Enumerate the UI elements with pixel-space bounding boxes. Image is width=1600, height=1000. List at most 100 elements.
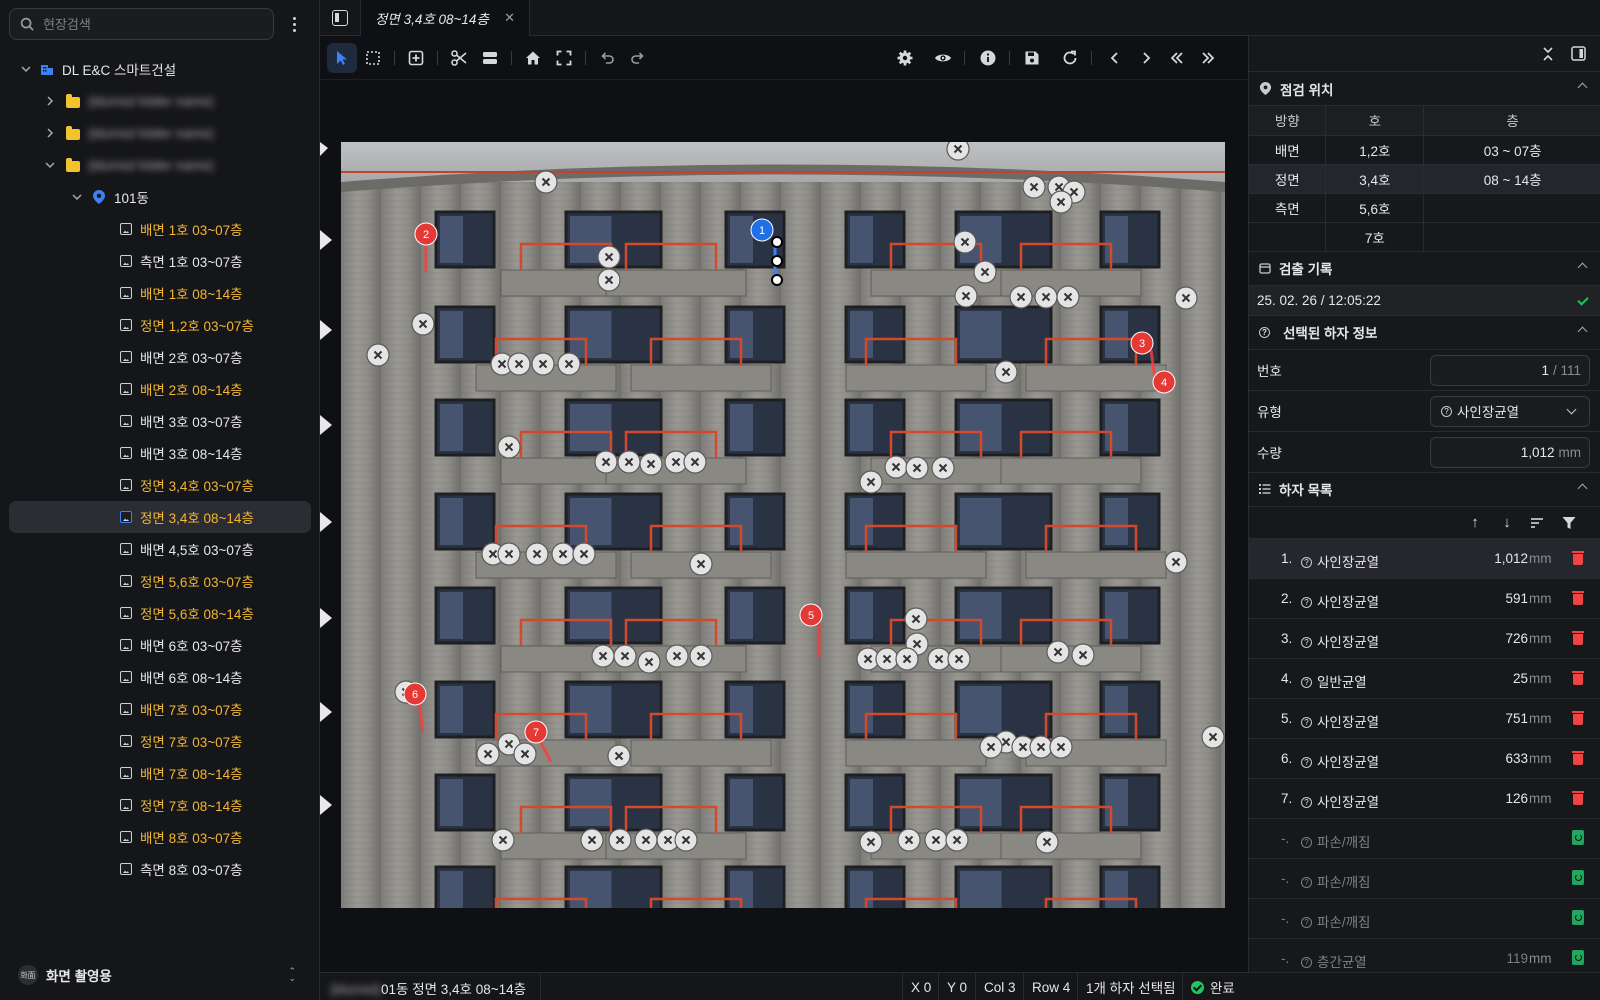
split-button[interactable] [475, 43, 505, 73]
defect-list-item[interactable]: 4.? 일반균열 25 mm [1249, 659, 1600, 699]
section-records-header[interactable]: 검출 기록 [1249, 252, 1600, 286]
defect-list-item[interactable]: 2.? 사인장균열 591 mm [1249, 579, 1600, 619]
location-row[interactable]: 7호 [1249, 222, 1600, 252]
facade-photo[interactable]: 1 2 3 4 5 6 7 [341, 142, 1225, 908]
chevron-up-icon[interactable] [1577, 483, 1588, 493]
defect-number-field[interactable]: 1 / 111 [1430, 354, 1590, 386]
restore-icon[interactable] [1572, 829, 1584, 845]
trash-icon[interactable] [1572, 550, 1584, 566]
tree-file-item[interactable]: 배면 3호 03~07층 [0, 405, 320, 437]
settings-button[interactable] [890, 43, 920, 73]
tree-file-item[interactable]: 배면 3호 08~14층 [0, 437, 320, 469]
user-footer[interactable]: 화面 화면 촬영용 ⌃ ⌄ [0, 950, 320, 1000]
tree-file-item[interactable]: 배면 1호 03~07층 [0, 213, 320, 245]
undo-button[interactable] [592, 43, 622, 73]
tree-file-item[interactable]: 배면 7호 08~14층 [0, 757, 320, 789]
chevron-updown-icon[interactable]: ⌃ ⌄ [288, 967, 296, 983]
window-pane [570, 592, 612, 639]
defect-list-item[interactable]: 5.? 사인장균열 751 mm [1249, 699, 1600, 739]
trash-icon[interactable] [1572, 670, 1584, 686]
defect-list-item[interactable]: 7.? 사인장균열 126 mm [1249, 779, 1600, 819]
image-viewport[interactable]: 1 2 3 4 5 6 7 [320, 80, 1248, 972]
prev-button[interactable] [1100, 43, 1130, 73]
tree-file-item[interactable]: 정면 7호 08~14층 [0, 789, 320, 821]
fit-screen-button[interactable] [549, 43, 579, 73]
last-button[interactable] [1193, 43, 1223, 73]
defect-list-item[interactable]: -.? 파손/깨짐 [1249, 859, 1600, 899]
close-icon[interactable]: ✕ [504, 10, 515, 26]
sort-icon[interactable] [1529, 515, 1545, 531]
trash-icon[interactable] [1572, 790, 1584, 806]
site-search-box[interactable] [9, 8, 274, 40]
defect-list-item[interactable]: 1.? 사인장균열 1,012 mm [1249, 538, 1600, 579]
tab-document[interactable]: 정면 3,4호 08~14층 ✕ [360, 0, 530, 36]
trash-icon[interactable] [1572, 710, 1584, 726]
next-button[interactable] [1131, 43, 1161, 73]
section-defect-list-header[interactable]: 하자 목록 [1249, 473, 1600, 507]
chevron-up-icon[interactable] [1577, 82, 1588, 93]
section-selected-defect-header[interactable]: ? 선택된 하자 정보 [1249, 316, 1600, 350]
chevron-up-icon[interactable] [1577, 326, 1588, 336]
defect-qty-field[interactable]: 1,012 mm [1430, 436, 1590, 468]
trash-icon[interactable] [1572, 630, 1584, 646]
tree-file-item[interactable]: 배면 4,5호 03~07층 [0, 533, 320, 565]
home-button[interactable] [518, 43, 548, 73]
info-button[interactable] [973, 43, 1003, 73]
sidebar-toggle-icon[interactable] [332, 10, 348, 26]
tree-file-item[interactable]: 배면 7호 03~07층 [0, 693, 320, 725]
collapse-all-icon[interactable] [1541, 46, 1555, 62]
restore-icon[interactable] [1572, 949, 1584, 965]
site-search-input[interactable] [43, 16, 263, 32]
add-box-button[interactable] [401, 43, 431, 73]
tree-building-item[interactable]: 101동 [0, 181, 320, 213]
tree-folder-item[interactable]: (blurred folder name) [0, 149, 320, 181]
record-entry[interactable]: 25. 02. 26 / 12:05:22 [1249, 285, 1600, 316]
defect-list-item[interactable]: -.? 파손/깨짐 [1249, 899, 1600, 939]
section-location-header[interactable]: 점검 위치 [1249, 72, 1600, 106]
tree-file-item[interactable]: 배면 2호 03~07층 [0, 341, 320, 373]
redo-button[interactable] [623, 43, 653, 73]
defect-type-select[interactable]: ? 사인장균열 [1430, 395, 1590, 427]
tree-file-item[interactable]: 정면 1,2호 03~07층 [0, 309, 320, 341]
save-button[interactable] [1017, 43, 1047, 73]
location-row[interactable]: 측면 5,6호 [1249, 193, 1600, 223]
restore-icon[interactable] [1572, 909, 1584, 925]
arrow-down-icon[interactable]: ↓ [1499, 514, 1515, 531]
location-row[interactable]: 정면 3,4호 08 ~ 14층 [1249, 164, 1600, 194]
tree-file-item[interactable]: 배면 2호 08~14층 [0, 373, 320, 405]
marquee-tool-button[interactable] [358, 43, 388, 73]
pointer-tool-button[interactable] [327, 43, 357, 73]
first-button[interactable] [1162, 43, 1192, 73]
tree-file-item[interactable]: 정면 5,6호 08~14층 [0, 597, 320, 629]
tree-file-item[interactable]: 배면 1호 08~14층 [0, 277, 320, 309]
tree-root-item[interactable]: DL E&C 스마트건설 [0, 53, 320, 85]
more-options-icon[interactable] [286, 12, 302, 36]
chevron-up-icon[interactable] [1577, 262, 1588, 272]
tree-file-item[interactable]: 정면 7호 03~07층 [0, 725, 320, 757]
defect-list-item[interactable]: 3.? 사인장균열 726 mm [1249, 619, 1600, 659]
tree-file-item[interactable]: 정면 5,6호 03~07층 [0, 565, 320, 597]
defect-list-item[interactable]: 6.? 사인장균열 633 mm [1249, 739, 1600, 779]
tree-file-item[interactable]: 측면 1호 03~07층 [0, 245, 320, 277]
panel-right-icon[interactable] [1571, 46, 1586, 61]
location-row[interactable]: 배면 1,2호 03 ~ 07층 [1249, 135, 1600, 165]
defect-list-item[interactable]: -.? 파손/깨짐 [1249, 819, 1600, 859]
refresh-button[interactable] [1055, 43, 1085, 73]
tree-file-item[interactable]: 배면 6호 08~14층 [0, 661, 320, 693]
chevron-down-icon [1566, 404, 1577, 414]
tree-file-item[interactable]: 배면 6호 03~07층 [0, 629, 320, 661]
defect-list-item[interactable]: -.? 층간균열 119 mm [1249, 939, 1600, 973]
tree-file-item[interactable]: 측면 8호 03~07층 [0, 853, 320, 885]
tree-file-item[interactable]: 정면 3,4호 08~14층 [9, 501, 311, 533]
tree-folder-item[interactable]: (blurred folder name) [0, 85, 320, 117]
restore-icon[interactable] [1572, 869, 1584, 885]
tree-file-item[interactable]: 정면 3,4호 03~07층 [0, 469, 320, 501]
visibility-button[interactable] [928, 43, 958, 73]
trash-icon[interactable] [1572, 750, 1584, 766]
tree-folder-item[interactable]: (blurred folder name) [0, 117, 320, 149]
trash-icon[interactable] [1572, 590, 1584, 606]
arrow-up-icon[interactable]: ↑ [1467, 514, 1483, 531]
cut-button[interactable] [444, 43, 474, 73]
tree-file-item[interactable]: 배면 8호 03~07층 [0, 821, 320, 853]
filter-icon[interactable] [1561, 515, 1577, 531]
